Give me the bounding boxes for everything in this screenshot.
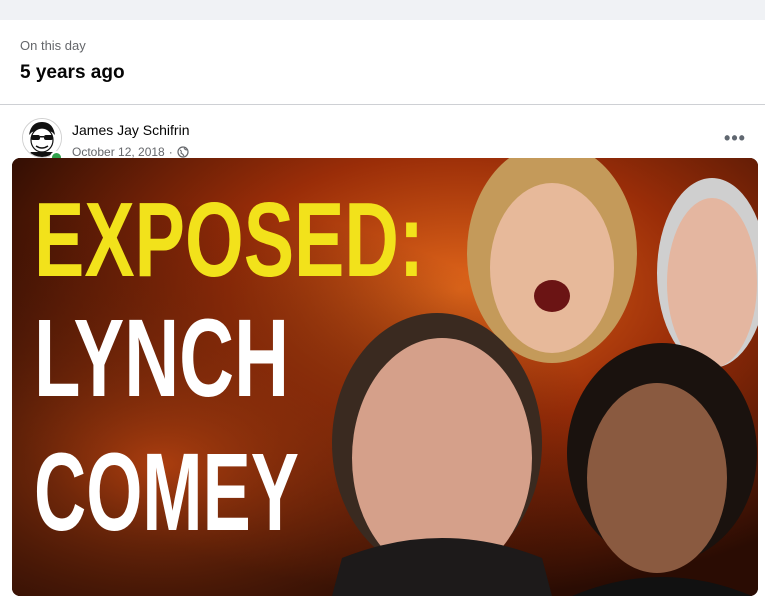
ellipsis-icon: ••• — [724, 127, 746, 148]
headline-exposed: EXPOSED: — [34, 181, 424, 299]
headline-lynch: LYNCH — [34, 297, 289, 420]
post-image-art: EXPOSED: LYNCH COMEY — [12, 158, 758, 596]
headline-comey: COMEY — [34, 431, 299, 554]
globe-icon[interactable] — [177, 146, 189, 158]
divider — [0, 104, 765, 105]
more-options-button[interactable]: ••• — [720, 128, 750, 148]
post-image[interactable]: EXPOSED: LYNCH COMEY — [12, 158, 758, 596]
years-ago-title: 5 years ago — [20, 62, 125, 83]
author-name[interactable]: James Jay Schifrin — [72, 122, 189, 138]
post-date[interactable]: October 12, 2018 — [72, 145, 165, 159]
meta-separator: · — [168, 145, 173, 159]
on-this-day-label: On this day — [20, 38, 86, 53]
top-strip — [0, 0, 765, 20]
post-meta: October 12, 2018 · — [72, 145, 189, 159]
